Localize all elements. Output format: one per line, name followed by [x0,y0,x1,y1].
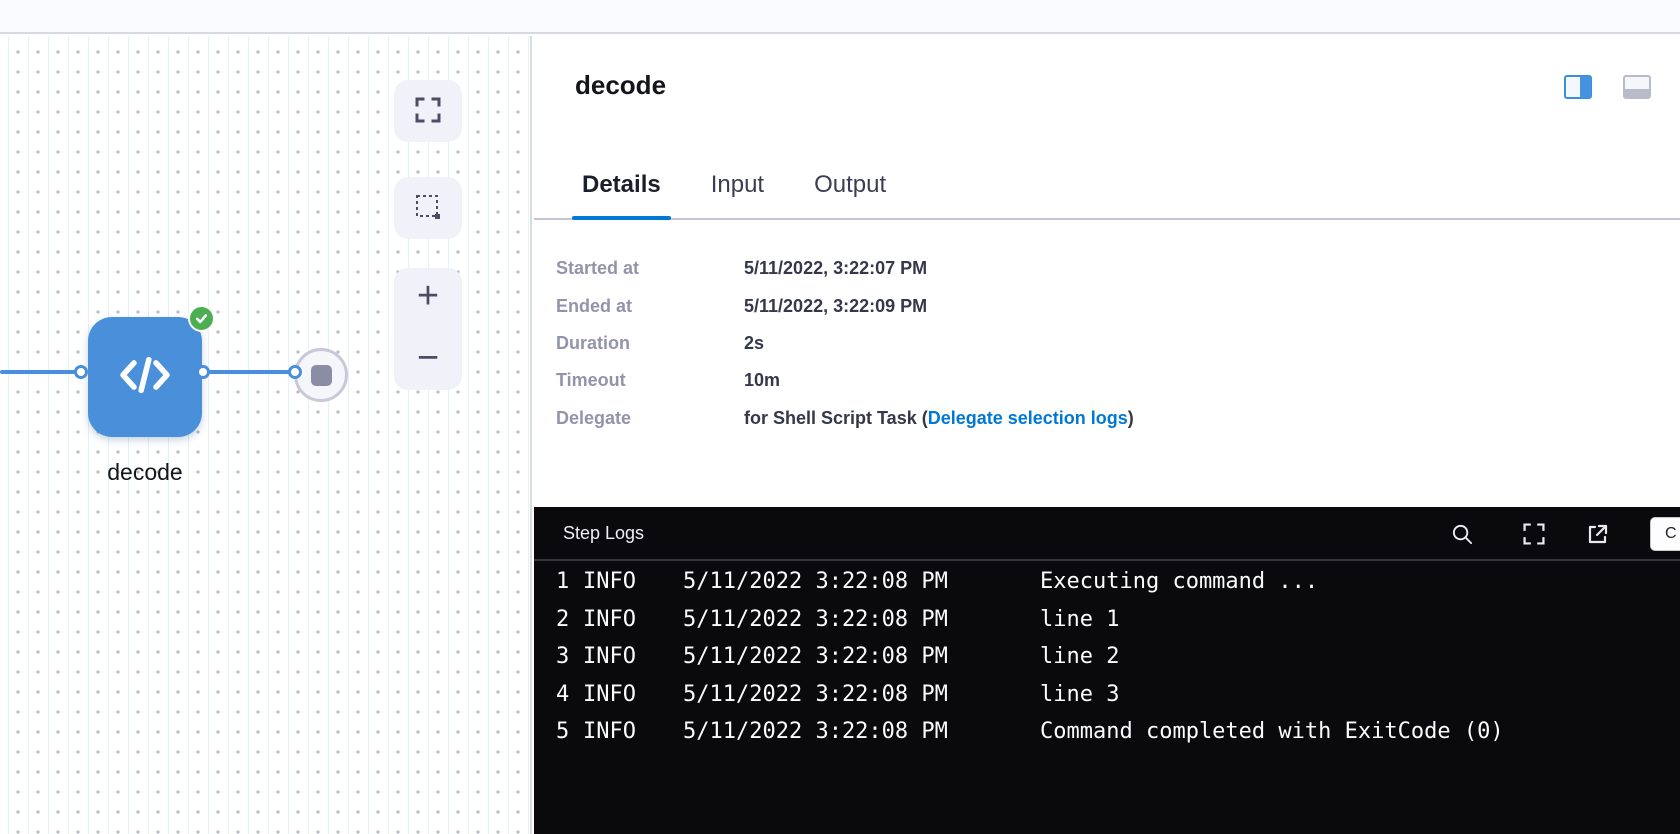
delegate-value-suffix: ) [1128,408,1134,428]
log-message: line 3 [1040,676,1119,714]
edge-incoming [0,370,78,374]
log-message: Executing command ... [1040,563,1318,601]
step-logs-body: 1 INFO 5/11/2022 3:22:08 PM Executing co… [534,563,1680,751]
log-line: 3 INFO 5/11/2022 3:22:08 PM line 2 [534,638,1680,676]
stop-square-icon [311,365,332,386]
delegate-selection-logs-link[interactable]: Delegate selection logs [928,408,1128,428]
canvas-fullscreen-button[interactable] [394,80,462,142]
log-level: INFO [583,563,683,601]
detail-value: for Shell Script Task (Delegate selectio… [744,408,1134,429]
node-port-left[interactable] [74,365,88,379]
canvas-zoom-controls[interactable]: + − [394,268,462,390]
fullscreen-icon [414,96,442,127]
log-line: 1 INFO 5/11/2022 3:22:08 PM Executing co… [534,563,1680,601]
expand-icon[interactable] [1522,522,1546,546]
search-icon[interactable] [1450,522,1474,546]
detail-label: Ended at [556,296,744,317]
step-details-panel: decode Details Input Output Started at 5… [534,36,1680,507]
log-timestamp: 5/11/2022 3:22:08 PM [683,563,1040,601]
detail-label: Timeout [556,370,744,391]
edge-outgoing [204,370,292,374]
delegate-value-prefix: for Shell Script Task ( [744,408,928,428]
log-timestamp: 5/11/2022 3:22:08 PM [683,601,1040,639]
logs-copy-button[interactable]: C [1650,517,1680,551]
details-list: Started at 5/11/2022, 3:22:07 PM Ended a… [534,250,1680,437]
zoom-out-button[interactable]: − [417,344,439,372]
tab-details[interactable]: Details [572,152,671,218]
detail-value: 10m [744,370,780,391]
detail-label: Delegate [556,408,744,429]
detail-row-ended-at: Ended at 5/11/2022, 3:22:09 PM [534,287,1680,324]
detail-row-started-at: Started at 5/11/2022, 3:22:07 PM [534,250,1680,287]
end-node-port[interactable] [288,365,302,379]
log-level: INFO [583,601,683,639]
log-level: INFO [583,638,683,676]
node-label: decode [45,459,245,486]
tab-input[interactable]: Input [701,152,774,218]
detail-row-duration: Duration 2s [534,325,1680,362]
detail-label: Duration [556,333,744,354]
open-in-new-icon[interactable] [1586,522,1610,546]
detail-value: 5/11/2022, 3:22:09 PM [744,296,927,317]
zoom-in-button[interactable]: + [417,282,439,310]
detail-value: 2s [744,333,764,354]
log-line-number: 2 [556,601,569,639]
step-logs-header: Step Logs C [534,507,1680,561]
canvas-marquee-select-button[interactable] [394,177,462,239]
detail-value: 5/11/2022, 3:22:07 PM [744,258,927,279]
top-bar [0,0,1680,34]
panel-title: decode [575,70,666,101]
layout-toggles [1564,75,1651,99]
log-timestamp: 5/11/2022 3:22:08 PM [683,676,1040,714]
log-line: 4 INFO 5/11/2022 3:22:08 PM line 3 [534,676,1680,714]
step-logs-actions: C [1450,507,1680,561]
log-line-number: 5 [556,713,569,751]
log-line-number: 1 [556,563,569,601]
log-line-number: 3 [556,638,569,676]
tab-output[interactable]: Output [804,152,896,218]
detail-row-timeout: Timeout 10m [534,362,1680,399]
detail-row-delegate: Delegate for Shell Script Task (Delegate… [534,400,1680,437]
log-message: Command completed with ExitCode (0) [1040,713,1504,751]
log-line: 5 INFO 5/11/2022 3:22:08 PM Command comp… [534,713,1680,751]
marquee-select-icon [414,193,442,224]
detail-label: Started at [556,258,744,279]
code-icon [116,353,174,402]
details-tabbar: Details Input Output [534,152,1680,220]
step-node-decode[interactable] [88,317,202,437]
log-message: line 1 [1040,601,1119,639]
node-port-right[interactable] [196,365,210,379]
log-message: line 2 [1040,638,1119,676]
log-timestamp: 5/11/2022 3:22:08 PM [683,638,1040,676]
log-timestamp: 5/11/2022 3:22:08 PM [683,713,1040,751]
end-node[interactable] [294,348,348,402]
success-check-icon [188,305,215,332]
log-line: 2 INFO 5/11/2022 3:22:08 PM line 1 [534,601,1680,639]
split-view-bottom-icon[interactable] [1623,75,1651,99]
step-logs-title: Step Logs [563,523,644,544]
log-line-number: 4 [556,676,569,714]
log-level: INFO [583,676,683,714]
pipeline-canvas[interactable]: decode + − [0,36,532,834]
step-logs-panel: Step Logs C [534,507,1680,834]
log-level: INFO [583,713,683,751]
split-view-right-icon[interactable] [1564,75,1592,99]
